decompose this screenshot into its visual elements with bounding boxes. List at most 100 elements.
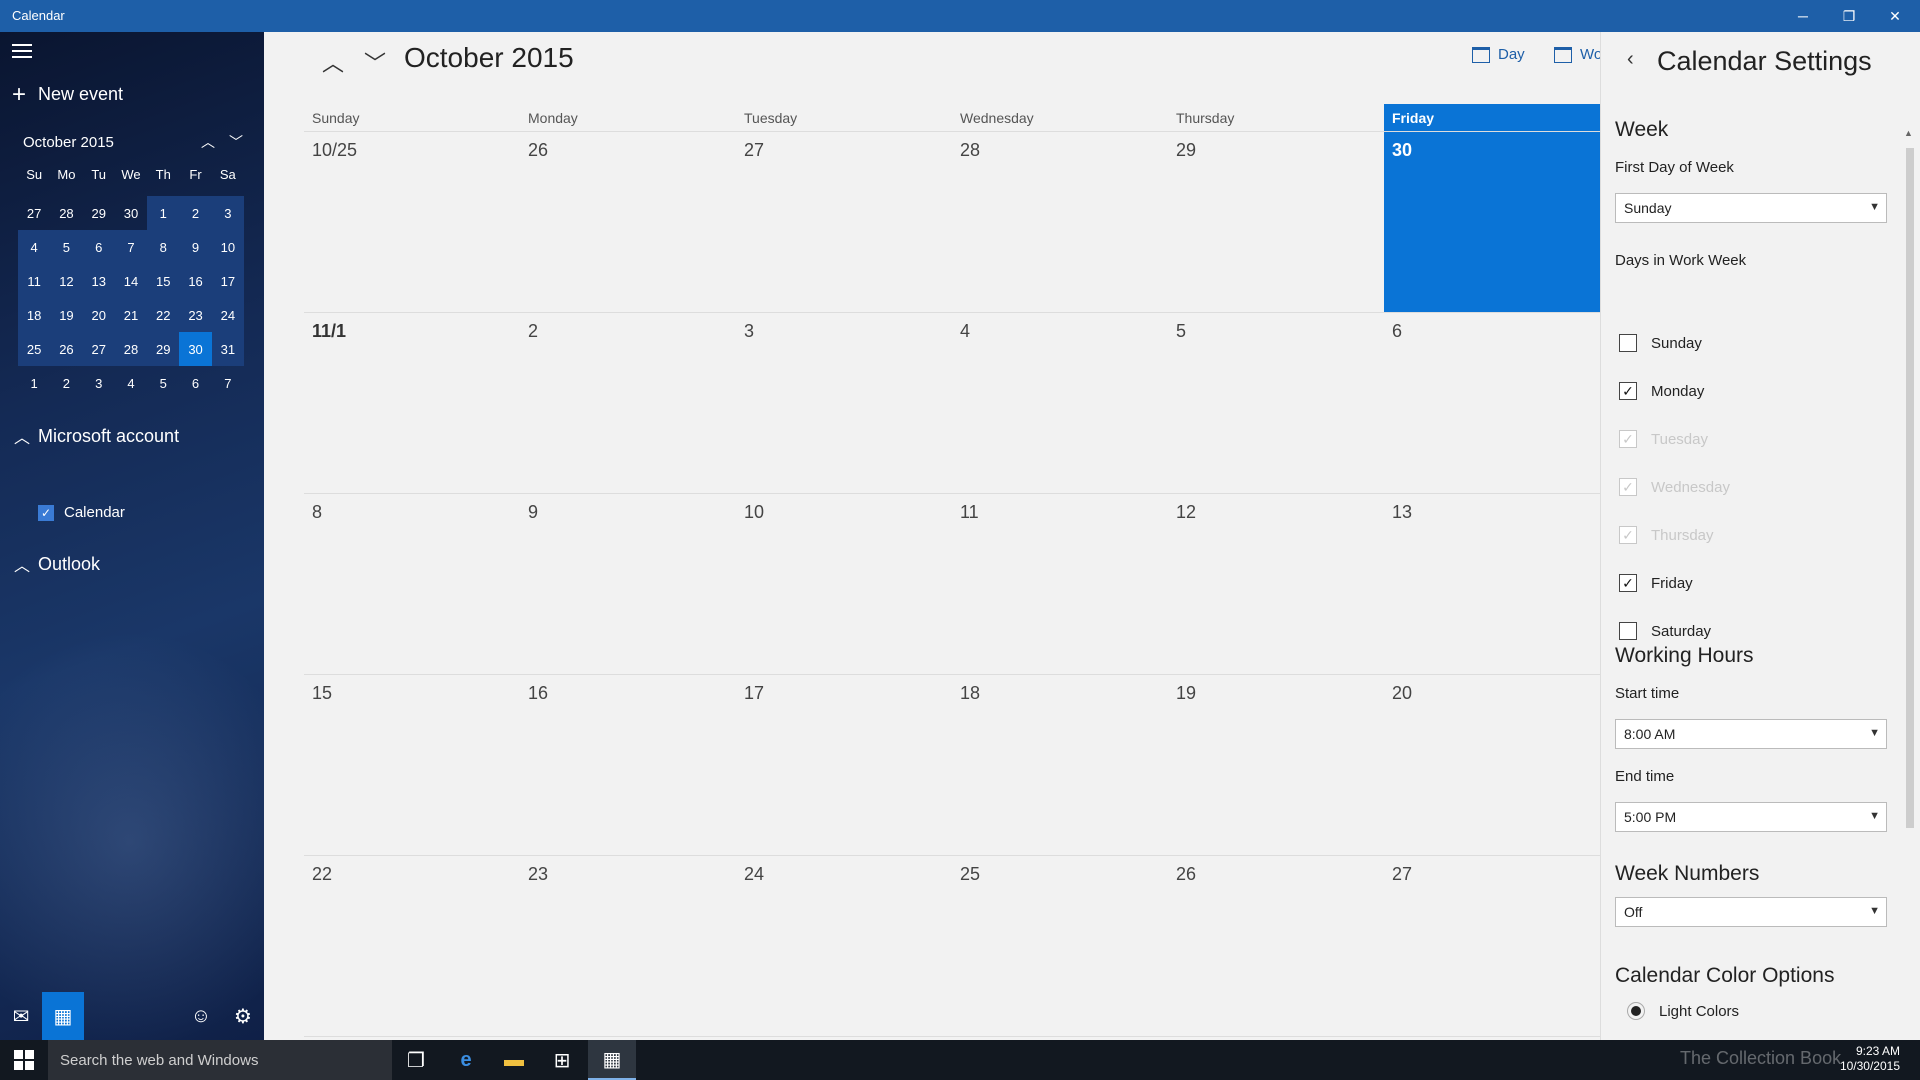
mini-calendar-day[interactable]: 5 [50, 230, 83, 264]
mini-calendar-day[interactable]: 25 [18, 332, 51, 366]
mini-calendar-day[interactable]: 9 [179, 230, 212, 264]
new-event-button[interactable]: + New event [12, 82, 123, 106]
day-cell[interactable]: 19 [1168, 675, 1384, 855]
mini-calendar-day[interactable]: 29 [147, 332, 180, 366]
day-cell[interactable]: 13 [1384, 494, 1600, 674]
work-day-option[interactable]: ✓ Monday [1619, 382, 1704, 400]
previous-month-icon[interactable]: ︿ [322, 46, 344, 78]
light-colors-radio-row[interactable]: Light Colors [1627, 1002, 1739, 1020]
day-cell[interactable]: 26 [1168, 856, 1384, 1036]
mini-calendar-day[interactable]: 13 [82, 264, 115, 298]
mini-calendar-day[interactable]: 5 [147, 366, 179, 400]
mini-calendar-day[interactable]: 11 [18, 264, 51, 298]
day-cell[interactable]: 8 [304, 494, 520, 674]
mini-calendar-day[interactable]: 2 [179, 196, 212, 230]
mini-calendar-month[interactable]: October 2015 [23, 134, 114, 151]
mini-calendar-day[interactable]: 28 [114, 332, 148, 366]
day-cell[interactable]: 6 [1384, 313, 1600, 493]
mini-calendar-day[interactable]: 30 [115, 196, 147, 230]
mini-calendar-day[interactable]: 20 [82, 298, 115, 332]
hamburger-menu-icon[interactable] [12, 44, 32, 60]
task-view-icon[interactable]: ❐ [392, 1040, 440, 1080]
week-numbers-select[interactable]: Off ▼ [1615, 897, 1887, 927]
account-outlook[interactable]: ︿ Outlook [14, 552, 100, 576]
mini-calendar-day[interactable]: 18 [18, 298, 51, 332]
calendar-taskbar-icon[interactable]: ▦ [588, 1040, 636, 1080]
first-day-select[interactable]: Sunday ▼ [1615, 193, 1887, 223]
day-cell[interactable]: 26 [520, 132, 736, 312]
mini-calendar-day[interactable]: 28 [50, 196, 82, 230]
day-cell[interactable]: 23 [520, 856, 736, 1036]
settings-scrollbar[interactable]: ▲ [1904, 120, 1914, 828]
end-time-select[interactable]: 5:00 PM ▼ [1615, 802, 1887, 832]
day-cell[interactable]: 30 [1384, 132, 1600, 312]
file-explorer-icon[interactable]: ▬ [490, 1040, 538, 1080]
start-time-select[interactable]: 8:00 AM ▼ [1615, 719, 1887, 749]
start-button[interactable] [0, 1040, 48, 1080]
day-cell[interactable]: 10/25 [304, 132, 520, 312]
taskbar-search-box[interactable]: Search the web and Windows [48, 1040, 392, 1080]
mini-calendar-day[interactable]: 16 [179, 264, 212, 298]
account-microsoft[interactable]: ︿ Microsoft account [14, 424, 179, 448]
day-cell[interactable]: 28 [952, 132, 1168, 312]
mini-calendar-day[interactable]: 14 [114, 264, 148, 298]
mini-calendar-day[interactable]: 26 [50, 332, 83, 366]
mini-calendar-day[interactable]: 7 [114, 230, 148, 264]
mini-calendar-day[interactable]: 4 [18, 230, 51, 264]
radio-selected-icon[interactable] [1627, 1002, 1645, 1020]
mini-prev-month-icon[interactable]: ︿ [201, 132, 215, 152]
calendar-toggle[interactable]: ✓ Calendar [38, 504, 125, 521]
day-cell[interactable]: 29 [1168, 132, 1384, 312]
mini-calendar-day[interactable]: 12 [50, 264, 83, 298]
checkbox-checked-icon[interactable]: ✓ [1619, 382, 1637, 400]
mail-icon[interactable]: ✉ [0, 992, 42, 1040]
edge-browser-icon[interactable]: e [442, 1040, 490, 1080]
mini-calendar-day[interactable]: 3 [83, 366, 115, 400]
feedback-icon[interactable]: ☺ [180, 992, 222, 1040]
mini-calendar-day[interactable]: 6 [179, 366, 211, 400]
mini-calendar-day[interactable]: 8 [147, 230, 180, 264]
day-cell[interactable]: 10 [736, 494, 952, 674]
mini-calendar-day[interactable]: 17 [211, 264, 244, 298]
mini-calendar-day[interactable]: 23 [179, 298, 212, 332]
mini-next-month-icon[interactable]: ﹀ [229, 132, 243, 152]
close-button[interactable]: ✕ [1872, 0, 1918, 32]
mini-calendar-day[interactable]: 21 [114, 298, 148, 332]
day-cell[interactable]: 12 [1168, 494, 1384, 674]
minimize-button[interactable]: ─ [1780, 0, 1826, 32]
day-cell[interactable]: 24 [736, 856, 952, 1036]
calendar-icon[interactable]: ▦ [42, 992, 84, 1040]
day-cell[interactable]: 22 [304, 856, 520, 1036]
day-cell[interactable]: 5 [1168, 313, 1384, 493]
next-month-icon[interactable]: ﹀ [364, 46, 386, 78]
day-cell[interactable]: 25 [952, 856, 1168, 1036]
system-clock[interactable]: 9:23 AM 10/30/2015 [1840, 1044, 1900, 1074]
day-cell[interactable]: 16 [520, 675, 736, 855]
back-arrow-icon[interactable]: ‹ [1627, 48, 1634, 71]
day-cell[interactable]: 11 [952, 494, 1168, 674]
day-cell[interactable]: 11/1 [304, 313, 520, 493]
day-cell[interactable]: 3 [736, 313, 952, 493]
day-cell[interactable]: 27 [736, 132, 952, 312]
work-day-option[interactable]: Sunday [1619, 334, 1702, 352]
day-cell[interactable]: 4 [952, 313, 1168, 493]
day-cell[interactable]: 17 [736, 675, 952, 855]
mini-calendar-day[interactable]: 30 [179, 332, 212, 366]
mini-calendar-day[interactable]: 22 [147, 298, 180, 332]
checkbox-unchecked-icon[interactable] [1619, 622, 1637, 640]
day-cell[interactable]: 15 [304, 675, 520, 855]
mini-calendar-day[interactable]: 29 [83, 196, 115, 230]
day-cell[interactable]: 18 [952, 675, 1168, 855]
store-icon[interactable]: ⊞ [538, 1040, 586, 1080]
mini-calendar-day[interactable]: 24 [211, 298, 244, 332]
restore-button[interactable]: ❐ [1826, 0, 1872, 32]
mini-calendar-day[interactable]: 1 [147, 196, 180, 230]
mini-calendar-day[interactable]: 3 [211, 196, 244, 230]
mini-calendar-day[interactable]: 27 [82, 332, 115, 366]
mini-calendar-day[interactable]: 1 [18, 366, 50, 400]
settings-icon[interactable]: ⚙ [222, 992, 264, 1040]
checkbox-checked-icon[interactable]: ✓ [38, 504, 54, 521]
mini-calendar-day[interactable]: 19 [50, 298, 83, 332]
month-title[interactable]: October 2015 [404, 42, 574, 74]
mini-calendar-day[interactable]: 27 [18, 196, 50, 230]
